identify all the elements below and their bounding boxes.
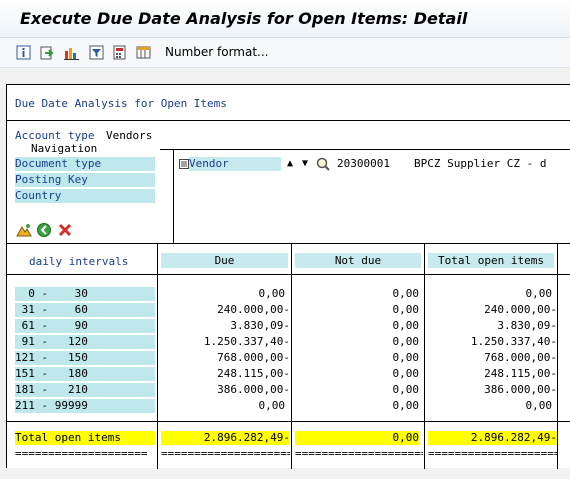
layout-icon[interactable] [136,45,151,60]
due-cell: 1.250.337,40- [203,335,290,348]
column-header-not-due[interactable]: Not due [295,253,421,268]
navigation-label: Navigation [29,142,100,155]
not-due-cell: 0,00 [392,351,420,364]
total-cell: 240.000,00- [484,303,557,316]
vendor-name: BPCZ Supplier CZ - d [414,157,547,170]
interval-cell: 151 - 180 [15,367,155,381]
totals-label: Total open items [15,431,155,445]
due-cell: 768.000,00- [217,351,290,364]
nav-item-document-type[interactable]: Document type [15,157,155,171]
total-cell: 768.000,00- [484,351,557,364]
interval-cell: 61 - 90 [15,319,155,333]
report-canvas: Due Date Analysis for Open Items Account… [0,68,570,479]
window-title: Execute Due Date Analysis for Open Items… [20,9,468,28]
total-cell: 3.830,09- [497,319,557,332]
column-border [291,243,292,469]
report-heading: Due Date Analysis for Open Items [15,97,227,110]
column-header-intervals[interactable]: daily intervals [29,255,128,268]
totals-not-due: 0,00 [295,431,419,445]
report-area: Due Date Analysis for Open Items Account… [6,84,570,469]
due-cell: 240.000,00- [217,303,290,316]
total-cell: 0,00 [525,399,553,412]
total-cell: 1.250.337,40- [470,335,557,348]
header-bottom-border [7,274,570,275]
magnifier-icon[interactable] [316,157,330,171]
application-toolbar: Number format... [0,38,570,68]
interval-cell: 91 - 120 [15,335,155,349]
title-bar: Execute Due Date Analysis for Open Items… [0,0,570,38]
back-icon[interactable] [36,222,52,238]
due-cell: 0,00 [258,287,286,300]
cancel-icon[interactable] [57,222,73,238]
next-vendor-icon[interactable]: ▼ [302,157,308,170]
table-top-border [7,243,570,244]
separator-line: ==================== [15,447,148,460]
export-icon[interactable] [40,45,55,60]
navigation-frame-divider [173,149,174,243]
totals-top-border [7,421,570,422]
nav-item-country[interactable]: Country [15,189,155,203]
separator-line: ==================== [295,447,423,460]
not-due-cell: 0,00 [392,287,420,300]
chart-icon[interactable] [64,45,79,60]
column-border [424,243,425,469]
interval-cell: 181 - 210 [15,383,155,397]
totals-due: 2.896.282,49- [161,431,290,445]
not-due-cell: 0,00 [392,319,420,332]
drilldown-icon[interactable] [16,222,32,238]
navigation-frame-top [160,149,570,150]
total-cell: 248.115,00- [484,367,557,380]
account-type-value: Vendors [106,129,153,142]
separator-line: ==================== [428,447,557,460]
due-cell: 248.115,00- [217,367,290,380]
not-due-cell: 0,00 [392,367,420,380]
total-cell: 0,00 [525,287,553,300]
column-header-due[interactable]: Due [161,253,288,268]
not-due-cell: 0,00 [392,383,420,396]
totals-total: 2.896.282,49- [428,431,557,445]
interval-cell: 211 - 99999 [15,399,155,413]
number-format-button[interactable]: Number format... [165,45,269,59]
column-border [557,243,558,469]
not-due-cell: 0,00 [392,399,420,412]
not-due-cell: 0,00 [392,335,420,348]
interval-cell: 0 - 30 [15,287,155,301]
separator-line: ==================== [161,447,290,460]
due-cell: 3.830,09- [230,319,290,332]
filter-icon[interactable] [89,45,104,60]
previous-vendor-icon[interactable]: ▲ [287,157,293,170]
total-cell: 386.000,00- [484,383,557,396]
nav-item-posting-key[interactable]: Posting Key [15,173,155,187]
info-icon[interactable] [16,45,31,60]
drill-field-vendor[interactable]: Vendor [189,157,281,171]
vendor-number: 20300001 [337,157,390,170]
divider [7,120,570,121]
expand-icon[interactable] [179,159,189,169]
interval-cell: 121 - 150 [15,351,155,365]
calculator-icon[interactable] [112,45,127,60]
column-header-total[interactable]: Total open items [428,253,554,268]
account-type-label: Account type [15,129,95,142]
due-cell: 386.000,00- [217,383,290,396]
not-due-cell: 0,00 [392,303,420,316]
due-cell: 0,00 [258,399,286,412]
interval-cell: 31 - 60 [15,303,155,317]
column-border [157,243,158,469]
